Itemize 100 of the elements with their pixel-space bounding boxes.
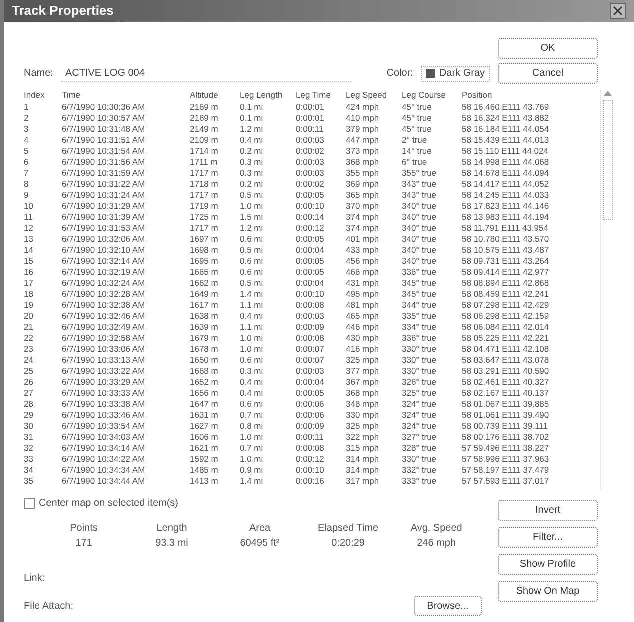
table-cell-text: 0.2 mi <box>240 146 264 157</box>
table-cell-text: 466 mph <box>346 267 380 278</box>
table-cell-text: 58 13.983 E111 44.194 <box>462 212 550 223</box>
table-row[interactable]: 11 6/7/1990 10:31:39 AM 1725 m 1.5 mi 0:00:14 374 mph 340° true 58 13.983 E111 44.194 <box>24 212 600 223</box>
table-cell-text: 345° true <box>402 278 438 289</box>
table-cell-text: 58 01.067 E111 39.885 <box>462 399 550 410</box>
column-header[interactable]: Leg Length <box>240 90 296 102</box>
table-cell-text: 6/7/1990 10:31:59 AM <box>62 168 146 179</box>
name-field[interactable]: ACTIVE LOG 004 <box>61 66 351 82</box>
table-row[interactable]: 28 6/7/1990 10:33:38 AM 1647 m 0.6 mi 0:00:06 348 mph 324° true 58 01.067 E111 39.885 <box>24 399 600 410</box>
table-row[interactable]: 31 6/7/1990 10:34:03 AM 1606 m 1.0 mi 0:00:11 322 mph 327° true 58 00.176 E111 38.702 <box>24 432 600 443</box>
table-row[interactable]: 18 6/7/1990 10:32:28 AM 1649 m 1.4 mi 0:00:10 495 mph 345° true 58 08.459 E111 42.241 <box>24 289 600 300</box>
close-button[interactable] <box>610 3 626 19</box>
column-header[interactable]: Leg Speed <box>346 90 402 102</box>
column-header[interactable]: Index <box>24 90 62 102</box>
table-cell-text: 447 mph <box>346 135 380 146</box>
table-cell-text: 0:00:04 <box>296 377 326 388</box>
table-cell-text: 1485 m <box>190 465 220 476</box>
table-row[interactable]: 30 6/7/1990 10:33:54 AM 1627 m 0.8 mi 0:00:09 325 mph 324° true 58 00.739 E111 39.111 <box>24 421 600 432</box>
table-cell-text: 58 02.461 E111 40.327 <box>462 377 550 388</box>
column-header[interactable]: Position <box>462 90 580 102</box>
table-row[interactable]: 27 6/7/1990 10:33:33 AM 1656 m 0.4 mi 0:00:05 368 mph 325° true 58 02.167 E111 40.137 <box>24 388 600 399</box>
table-cell-text: 433 mph <box>346 245 380 256</box>
table-cell-text: 355 mph <box>346 168 380 179</box>
table-cell-text: 1652 m <box>190 377 220 388</box>
table-cell-text: 1695 m <box>190 256 220 267</box>
table-cell-text: 18 <box>24 289 34 300</box>
table-cell-text: 336° true <box>402 333 438 344</box>
action-button[interactable]: Show On Map <box>498 581 598 602</box>
table-cell-text: 465 mph <box>346 311 380 322</box>
action-button[interactable]: Invert <box>498 500 598 521</box>
table-cell-text: 343° true <box>402 179 438 190</box>
column-header[interactable]: Leg Course <box>402 90 462 102</box>
table-cell-text: 58 15.110 E111 44.024 <box>462 146 550 157</box>
window-title: Track Properties <box>12 2 114 20</box>
table-cell-text: 355° true <box>402 168 438 179</box>
table-row[interactable]: 33 6/7/1990 10:34:22 AM 1592 m 1.0 mi 0:00:12 314 mph 330° true 57 58.996 E111 37.963 <box>24 454 600 465</box>
table-row[interactable]: 15 6/7/1990 10:32:14 AM 1695 m 0.6 mi 0:00:05 456 mph 340° true 58 09.731 E111 43.264 <box>24 256 600 267</box>
cancel-button[interactable]: Cancel <box>498 63 598 84</box>
stat-value: 171 <box>76 537 92 551</box>
stat-label: Elapsed Time <box>318 522 379 536</box>
table-cell-text: 0:00:11 <box>296 124 325 135</box>
table-row[interactable]: 29 6/7/1990 10:33:46 AM 1631 m 0.7 mi 0:00:06 330 mph 324° true 58 01.061 E111 39.490 <box>24 410 600 421</box>
table-cell-text: 1650 m <box>190 355 220 366</box>
table-row[interactable]: 32 6/7/1990 10:34:14 AM 1621 m 0.7 mi 0:00:08 315 mph 328° true 57 59.496 E111 38.227 <box>24 443 600 454</box>
table-row[interactable]: 7 6/7/1990 10:31:59 AM 1717 m 0.3 mi 0:00:03 355 mph 355° true 58 14.678 E111 44.094 <box>24 168 600 179</box>
table-cell-text: 58 10.575 E111 43.487 <box>462 245 550 256</box>
column-header[interactable]: Leg Time <box>296 90 346 102</box>
action-button[interactable]: Filter... <box>498 527 598 548</box>
table-cell-text: 6/7/1990 10:33:46 AM <box>62 410 146 421</box>
column-header[interactable]: Altitude <box>190 90 240 102</box>
column-header[interactable]: Time <box>62 90 190 102</box>
table-cell-text: 0.2 mi <box>240 179 264 190</box>
table-row[interactable]: 12 6/7/1990 10:31:53 AM 1717 m 1.2 mi 0:00:12 374 mph 340° true 58 11.791 E111 43.954 <box>24 223 600 234</box>
scroll-thumb[interactable] <box>602 100 612 220</box>
table-row[interactable]: 26 6/7/1990 10:33:29 AM 1652 m 0.4 mi 0:00:04 367 mph 326° true 58 02.461 E111 40.327 <box>24 377 600 388</box>
table-row[interactable]: 25 6/7/1990 10:33:22 AM 1668 m 0.3 mi 0:00:03 377 mph 330° true 58 03.291 E111 40.590 <box>24 366 600 377</box>
table-row[interactable]: 1 6/7/1990 10:30:36 AM 2169 m 0.1 mi 0:00:01 424 mph 45° true 58 16.460 E111 43.769 <box>24 102 600 113</box>
table-cell-text: 12 <box>24 223 34 234</box>
table-row[interactable]: 3 6/7/1990 10:31:48 AM 2149 m 1.2 mi 0:00:11 379 mph 45° true 58 16.184 E111 44.054 <box>24 124 600 135</box>
table-cell-text: 0.6 mi <box>240 355 264 366</box>
ok-button[interactable]: OK <box>498 38 598 59</box>
table-row[interactable]: 4 6/7/1990 10:31:51 AM 2109 m 0.4 mi 0:00:03 447 mph 2° true 58 15.439 E111 44.013 <box>24 135 600 146</box>
color-picker[interactable]: Dark Gray <box>421 66 490 82</box>
table-row[interactable]: 14 6/7/1990 10:32:10 AM 1698 m 0.5 mi 0:00:04 433 mph 340° true 58 10.575 E111 43.487 <box>24 245 600 256</box>
stat-value: 60495 ft² <box>240 537 280 551</box>
table-row[interactable]: 23 6/7/1990 10:33:06 AM 1678 m 1.0 mi 0:00:07 416 mph 330° true 58 04.471 E111 42.108 <box>24 344 600 355</box>
table-cell-text: 373 mph <box>346 146 380 157</box>
table-row[interactable]: 6 6/7/1990 10:31:56 AM 1711 m 0.3 mi 0:00:03 368 mph 6° true 58 14.998 E111 44.068 <box>24 157 600 168</box>
table-row[interactable]: 16 6/7/1990 10:32:19 AM 1665 m 0.6 mi 0:00:05 466 mph 336° true 58 09.414 E111 42.977 <box>24 267 600 278</box>
table-row[interactable]: 34 6/7/1990 10:34:34 AM 1485 m 0.9 mi 0:00:10 314 mph 332° true 57 58.197 E111 37.479 <box>24 465 600 476</box>
table-row[interactable]: 13 6/7/1990 10:32:06 AM 1697 m 0.6 mi 0:00:05 401 mph 340° true 58 10.780 E111 43.570 <box>24 234 600 245</box>
table-row[interactable]: 5 6/7/1990 10:31:54 AM 1714 m 0.2 mi 0:00:02 373 mph 14° true 58 15.110 E111 44.024 <box>24 146 600 157</box>
table-row[interactable]: 21 6/7/1990 10:32:49 AM 1639 m 1.1 mi 0:00:09 446 mph 334° true 58 06.084 E111 42.014 <box>24 322 600 333</box>
scrollbar[interactable] <box>600 90 614 490</box>
table-cell-text: 58 09.414 E111 42.977 <box>462 267 550 278</box>
table-cell-text: 0:00:05 <box>296 190 326 201</box>
table-row[interactable]: 9 6/7/1990 10:31:24 AM 1717 m 0.5 mi 0:00:05 365 mph 343° true 58 14.245 E111 44.033 <box>24 190 600 201</box>
table-row[interactable]: 17 6/7/1990 10:32:24 AM 1662 m 0.5 mi 0:00:04 431 mph 345° true 58 08.894 E111 42.868 <box>24 278 600 289</box>
table-row[interactable]: 24 6/7/1990 10:33:13 AM 1650 m 0.6 mi 0:00:07 325 mph 330° true 58 03.647 E111 43.078 <box>24 355 600 366</box>
table-row[interactable]: 35 6/7/1990 10:34:44 AM 1413 m 1.4 mi 0:00:16 317 mph 333° true 57 57.593 E111 37.017 <box>24 476 600 487</box>
table-cell-text: 26 <box>24 377 34 388</box>
file-attach-label: File Attach: <box>24 600 74 614</box>
center-map-checkbox[interactable]: Center map on selected item(s) <box>24 496 482 511</box>
table-cell-text: 0:00:12 <box>296 454 326 465</box>
table-row[interactable]: 19 6/7/1990 10:32:38 AM 1617 m 1.1 mi 0:00:08 481 mph 344° true 58 07.298 E111 42.429 <box>24 300 600 311</box>
table-cell-text: 6/7/1990 10:31:54 AM <box>62 146 146 157</box>
action-button[interactable]: Show Profile <box>498 554 598 575</box>
table-cell-text: 431 mph <box>346 278 380 289</box>
table-cell-text: 324° true <box>402 399 438 410</box>
table-row[interactable]: 2 6/7/1990 10:30:57 AM 2169 m 0.1 mi 0:00:01 410 mph 45° true 58 16.324 E111 43.882 <box>24 113 600 124</box>
table-row[interactable]: 8 6/7/1990 10:31:22 AM 1718 m 0.2 mi 0:00:02 369 mph 343° true 58 14.417 E111 44.052 <box>24 179 600 190</box>
table-row[interactable]: 20 6/7/1990 10:32:46 AM 1638 m 0.4 mi 0:00:03 465 mph 335° true 58 06.298 E111 42.159 <box>24 311 600 322</box>
browse-button[interactable]: Browse... <box>414 596 482 616</box>
table-row[interactable]: 10 6/7/1990 10:31:29 AM 1719 m 1.0 mi 0:00:10 370 mph 340° true 58 17.823 E111 44.146 <box>24 201 600 212</box>
table-cell-text: 0.4 mi <box>240 135 264 146</box>
table-row[interactable]: 22 6/7/1990 10:32:58 AM 1679 m 1.0 mi 0:00:08 430 mph 336° true 58 05.225 E111 42.221 <box>24 333 600 344</box>
table-cell-text: 0:00:16 <box>296 476 326 487</box>
table-cell-text: 6/7/1990 10:31:24 AM <box>62 190 146 201</box>
table-cell-text: 6/7/1990 10:31:48 AM <box>62 124 146 135</box>
